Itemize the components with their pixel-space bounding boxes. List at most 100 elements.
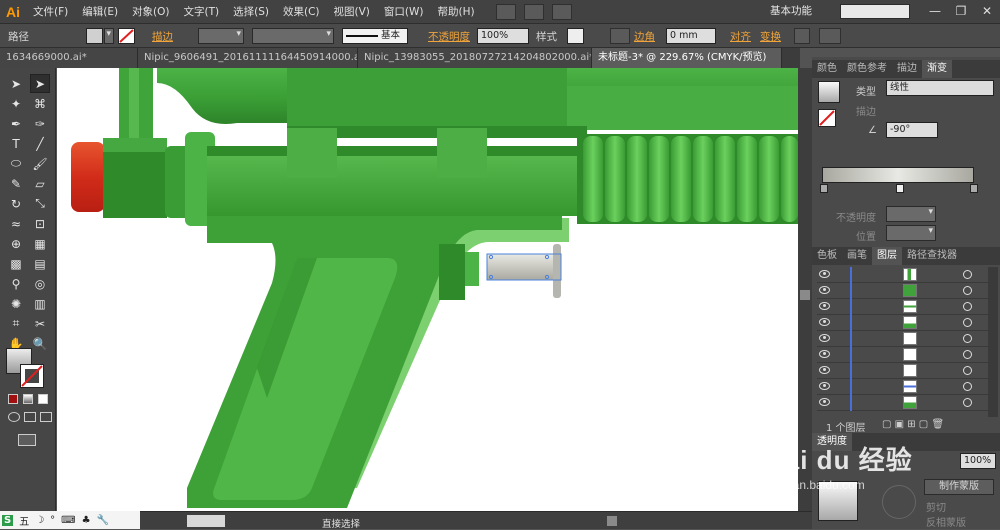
perspective-grid-tool-icon[interactable]: ▦: [30, 234, 50, 253]
tab-swatches[interactable]: 色板: [812, 247, 842, 265]
pen-tool-icon[interactable]: ✒: [6, 114, 26, 133]
layer-row[interactable]: [817, 363, 997, 379]
layer-row[interactable]: [817, 395, 997, 411]
make-mask-button[interactable]: 制作蒙版: [924, 479, 994, 495]
shape-builder-tool-icon[interactable]: ⊕: [6, 234, 26, 253]
paintbrush-tool-icon[interactable]: 🖌: [30, 154, 50, 173]
visibility-icon[interactable]: [819, 302, 830, 310]
direct-selection-tool-icon[interactable]: ➤: [30, 74, 50, 93]
tab-pathfinder[interactable]: 路径查找器: [902, 247, 962, 265]
visibility-icon[interactable]: [819, 270, 830, 278]
close-icon[interactable]: ✕: [976, 2, 998, 20]
minimize-icon[interactable]: —: [924, 2, 946, 20]
layer-row[interactable]: [817, 347, 997, 363]
line-tool-icon[interactable]: ╱: [30, 134, 50, 153]
tab-layers[interactable]: 图层: [872, 247, 902, 265]
menu-type[interactable]: 文字(T): [177, 4, 227, 19]
gradient-angle-field[interactable]: -90°: [886, 122, 938, 138]
menu-edit[interactable]: 编辑(E): [75, 4, 125, 19]
tab-brushes[interactable]: 画笔: [842, 247, 872, 265]
target-icon[interactable]: [963, 302, 972, 311]
moon-icon[interactable]: ☽: [35, 515, 44, 526]
horizontal-scrollbar[interactable]: [57, 511, 812, 529]
panel-menu-icon[interactable]: [819, 28, 841, 44]
artboard-canvas[interactable]: [57, 68, 798, 511]
keyboard-icon[interactable]: ⌨: [61, 515, 75, 526]
warp-tool-icon[interactable]: ≈: [6, 214, 26, 233]
transform-link[interactable]: 变换: [760, 29, 781, 44]
maximize-icon[interactable]: ❐: [950, 2, 972, 20]
fill-swatch[interactable]: [86, 28, 103, 44]
workspace-switcher[interactable]: 基本功能: [770, 3, 812, 18]
column-graph-tool-icon[interactable]: ▥: [30, 294, 50, 313]
visibility-icon[interactable]: [819, 318, 830, 326]
layer-row[interactable]: [817, 299, 997, 315]
target-icon[interactable]: [963, 334, 972, 343]
visibility-icon[interactable]: [819, 350, 830, 358]
layer-row[interactable]: [817, 331, 997, 347]
tab-document-active[interactable]: 未标题-3* @ 229.67% (CMYK/预览): [592, 48, 782, 68]
artboard-tool-icon[interactable]: ⌗: [6, 314, 26, 333]
clip-checkbox-label[interactable]: 剪切: [926, 499, 946, 514]
isolate-icon[interactable]: [794, 28, 810, 44]
layer-row[interactable]: [817, 379, 997, 395]
visibility-icon[interactable]: [819, 286, 830, 294]
gpu-performance-icon[interactable]: [551, 3, 572, 20]
gradient-location-field[interactable]: [886, 225, 936, 241]
recolor-icon[interactable]: [610, 28, 630, 44]
draw-inside-icon[interactable]: [40, 412, 52, 422]
ellipse-tool-icon[interactable]: ⬭: [6, 154, 26, 173]
selection-tool-icon[interactable]: ➤: [6, 74, 26, 93]
rotate-tool-icon[interactable]: ↻: [6, 194, 26, 213]
draw-behind-icon[interactable]: [24, 412, 36, 422]
help-search-input[interactable]: [840, 4, 910, 19]
opacity-label[interactable]: 不透明度: [428, 29, 470, 44]
target-icon[interactable]: [963, 270, 972, 279]
tab-document-2[interactable]: Nipic_9606491_20161111164450914000.ai*: [138, 48, 358, 68]
stroke-style-field[interactable]: 基本: [342, 28, 408, 44]
layer-row[interactable]: [817, 315, 997, 331]
punctuation-icon[interactable]: °: [50, 515, 55, 526]
gradient-stop-left[interactable]: [820, 184, 828, 193]
invert-mask-checkbox-label[interactable]: 反相蒙版: [926, 514, 966, 529]
gradient-tool-icon[interactable]: ▤: [30, 254, 50, 273]
menu-object[interactable]: 对象(O): [125, 4, 176, 19]
menu-select[interactable]: 选择(S): [226, 4, 276, 19]
artboard-navigation-field[interactable]: [187, 515, 225, 527]
menu-help[interactable]: 帮助(H): [431, 4, 482, 19]
wrench-icon[interactable]: 🔧: [97, 515, 109, 526]
graphic-style-swatch[interactable]: [567, 28, 584, 44]
target-icon[interactable]: [963, 350, 972, 359]
arrange-documents-icon[interactable]: [523, 3, 544, 20]
zoom-tool-icon[interactable]: 🔍: [30, 334, 50, 353]
tab-color[interactable]: 颜色: [812, 60, 842, 78]
variable-width-dropdown[interactable]: [252, 28, 334, 44]
layers-footer-icons[interactable]: ▢ ▣ ⊞ ▢ 🗑: [882, 419, 944, 430]
menu-file[interactable]: 文件(F): [26, 4, 75, 19]
tab-gradient[interactable]: 渐变: [922, 60, 952, 78]
gradient-type-select[interactable]: 线性: [886, 80, 994, 96]
stroke-color-indicator[interactable]: [20, 364, 44, 388]
eraser-tool-icon[interactable]: ▱: [30, 174, 50, 193]
slice-tool-icon[interactable]: ✂: [30, 314, 50, 333]
opacity-field[interactable]: 100%: [477, 28, 529, 44]
pencil-tool-icon[interactable]: ✎: [6, 174, 26, 193]
curvature-tool-icon[interactable]: ✑: [30, 114, 50, 133]
vertical-scroll-thumb[interactable]: [800, 290, 810, 300]
gradient-mode-icon[interactable]: [23, 394, 33, 404]
stroke-weight-dropdown[interactable]: [198, 28, 244, 44]
color-mode-icon[interactable]: [8, 394, 18, 404]
gradient-slider[interactable]: [822, 167, 974, 183]
tab-document-3[interactable]: Nipic_13983055_20180727214204802000.ai*: [358, 48, 592, 68]
layers-scrollbar[interactable]: [988, 267, 998, 417]
target-icon[interactable]: [963, 366, 972, 375]
blend-tool-icon[interactable]: ◎: [30, 274, 50, 293]
target-icon[interactable]: [963, 382, 972, 391]
fill-dropdown[interactable]: [104, 28, 114, 44]
free-transform-tool-icon[interactable]: ⊡: [30, 214, 50, 233]
visibility-icon[interactable]: [819, 398, 830, 406]
ime-mode-icon[interactable]: 五: [19, 513, 29, 528]
target-icon[interactable]: [963, 398, 972, 407]
target-icon[interactable]: [963, 286, 972, 295]
type-tool-icon[interactable]: T: [6, 134, 26, 153]
